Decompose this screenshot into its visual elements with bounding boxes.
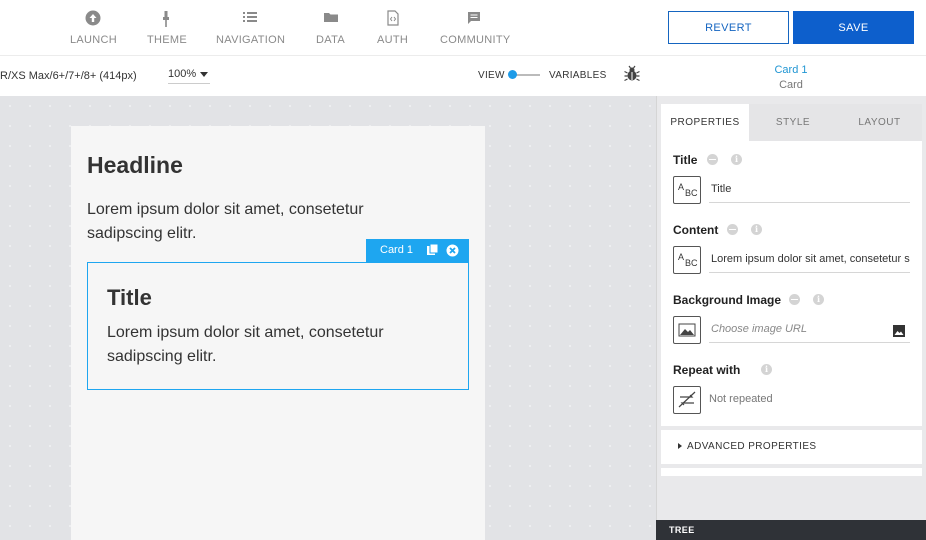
selected-component-name: Card 1 — [774, 64, 808, 76]
upload-circle-icon — [70, 10, 115, 28]
triangle-right-icon — [678, 443, 682, 449]
card-title: Title — [107, 285, 152, 310]
list-icon — [216, 10, 284, 28]
nav-label: DATA — [316, 34, 345, 46]
content-prop-label: Content — [673, 223, 719, 237]
headline-text[interactable]: Headline — [87, 152, 183, 179]
folder-icon — [315, 10, 346, 28]
tree-panel-header[interactable]: TREE — [656, 520, 926, 540]
collapsed-section — [661, 468, 922, 476]
info-icon[interactable]: i — [813, 294, 824, 305]
properties-panel: PROPERTIES STYLE LAYOUT Title i A BC Titl… — [656, 96, 926, 540]
revert-button[interactable]: REVERT — [668, 11, 789, 44]
bug-icon[interactable] — [623, 65, 641, 88]
device-selector[interactable]: R/XS Max/6+/7+/8+ (414px) — [0, 70, 137, 82]
text-type-icon: A BC — [673, 246, 701, 274]
top-toolbar: LAUNCH THEME NAVIGATION DATA AUTH COMMUN… — [0, 0, 926, 56]
bind-arrow-icon[interactable] — [727, 224, 738, 235]
selected-component-type: Card — [779, 79, 803, 91]
design-canvas[interactable]: Headline Lorem ipsum dolor sit amet, con… — [0, 96, 656, 540]
nav-label: AUTH — [377, 34, 409, 46]
device-screen[interactable]: Headline Lorem ipsum dolor sit amet, con… — [71, 126, 485, 540]
variables-label: VARIABLES — [549, 70, 607, 81]
nav-navigation[interactable]: NAVIGATION — [216, 10, 286, 46]
bind-arrow-icon[interactable] — [707, 154, 718, 165]
text-type-icon: A BC — [673, 176, 701, 204]
delete-icon[interactable] — [446, 244, 459, 260]
caret-down-icon — [200, 71, 209, 77]
image-type-icon — [673, 316, 701, 344]
background-image-placeholder: Choose image URL — [711, 323, 807, 335]
nav-data[interactable]: DATA — [315, 10, 346, 46]
background-image-prop-label: Background Image — [673, 293, 782, 307]
info-icon[interactable]: i — [731, 154, 742, 165]
tab-properties[interactable]: PROPERTIES — [661, 104, 749, 141]
info-icon[interactable]: i — [761, 364, 772, 375]
title-input[interactable]: Title — [709, 175, 910, 203]
code-file-icon — [377, 10, 408, 28]
repeat-with-prop-label: Repeat with — [673, 363, 741, 377]
nav-auth[interactable]: AUTH — [377, 10, 408, 46]
card-content: Lorem ipsum dolor sit amet, consetetur s… — [107, 324, 384, 365]
card-tag-label: Card 1 — [380, 244, 414, 256]
bind-arrow-icon[interactable] — [789, 294, 800, 305]
nav-label: THEME — [147, 34, 187, 46]
save-button[interactable]: SAVE — [793, 11, 914, 44]
advanced-properties-toggle[interactable]: ADVANCED PROPERTIES — [661, 430, 922, 464]
background-image-input[interactable]: Choose image URL — [709, 315, 889, 343]
properties-section: Title i A BC Title Content i A BC Lorem ip… — [661, 141, 922, 426]
nav-label: COMMUNITY — [440, 34, 511, 46]
repeat-value[interactable]: Not repeated — [709, 393, 773, 405]
nav-launch[interactable]: LAUNCH — [70, 10, 118, 46]
zoom-dropdown[interactable]: 100% — [168, 68, 210, 84]
view-variables-toggle[interactable] — [508, 70, 517, 79]
zoom-value: 100% — [168, 68, 197, 80]
image-picker-button[interactable] — [889, 315, 910, 343]
tab-layout[interactable]: LAYOUT — [837, 104, 922, 141]
chat-icon — [440, 10, 507, 28]
content-input[interactable]: Lorem ipsum dolor sit amet, consetetur s… — [709, 245, 910, 273]
view-label: VIEW — [478, 70, 505, 81]
repeat-icon[interactable] — [673, 386, 701, 414]
info-icon[interactable]: i — [751, 224, 762, 235]
nav-label: NAVIGATION — [216, 34, 286, 46]
card-component[interactable]: Title Lorem ipsum dolor sit amet, conset… — [87, 262, 469, 390]
nav-community[interactable]: COMMUNITY — [440, 10, 510, 46]
duplicate-icon[interactable] — [426, 243, 440, 260]
card-selection-tag: Card 1 — [366, 239, 469, 262]
brush-icon — [147, 10, 185, 28]
canvas-toolbar: R/XS Max/6+/7+/8+ (414px) 100% VIEW VARI… — [0, 56, 926, 96]
nav-theme[interactable]: THEME — [147, 10, 187, 46]
nav-label: LAUNCH — [70, 34, 118, 46]
image-icon — [893, 325, 905, 337]
advanced-properties-label: ADVANCED PROPERTIES — [687, 441, 817, 452]
title-prop-label: Title — [673, 153, 698, 167]
tab-style[interactable]: STYLE — [749, 104, 837, 141]
